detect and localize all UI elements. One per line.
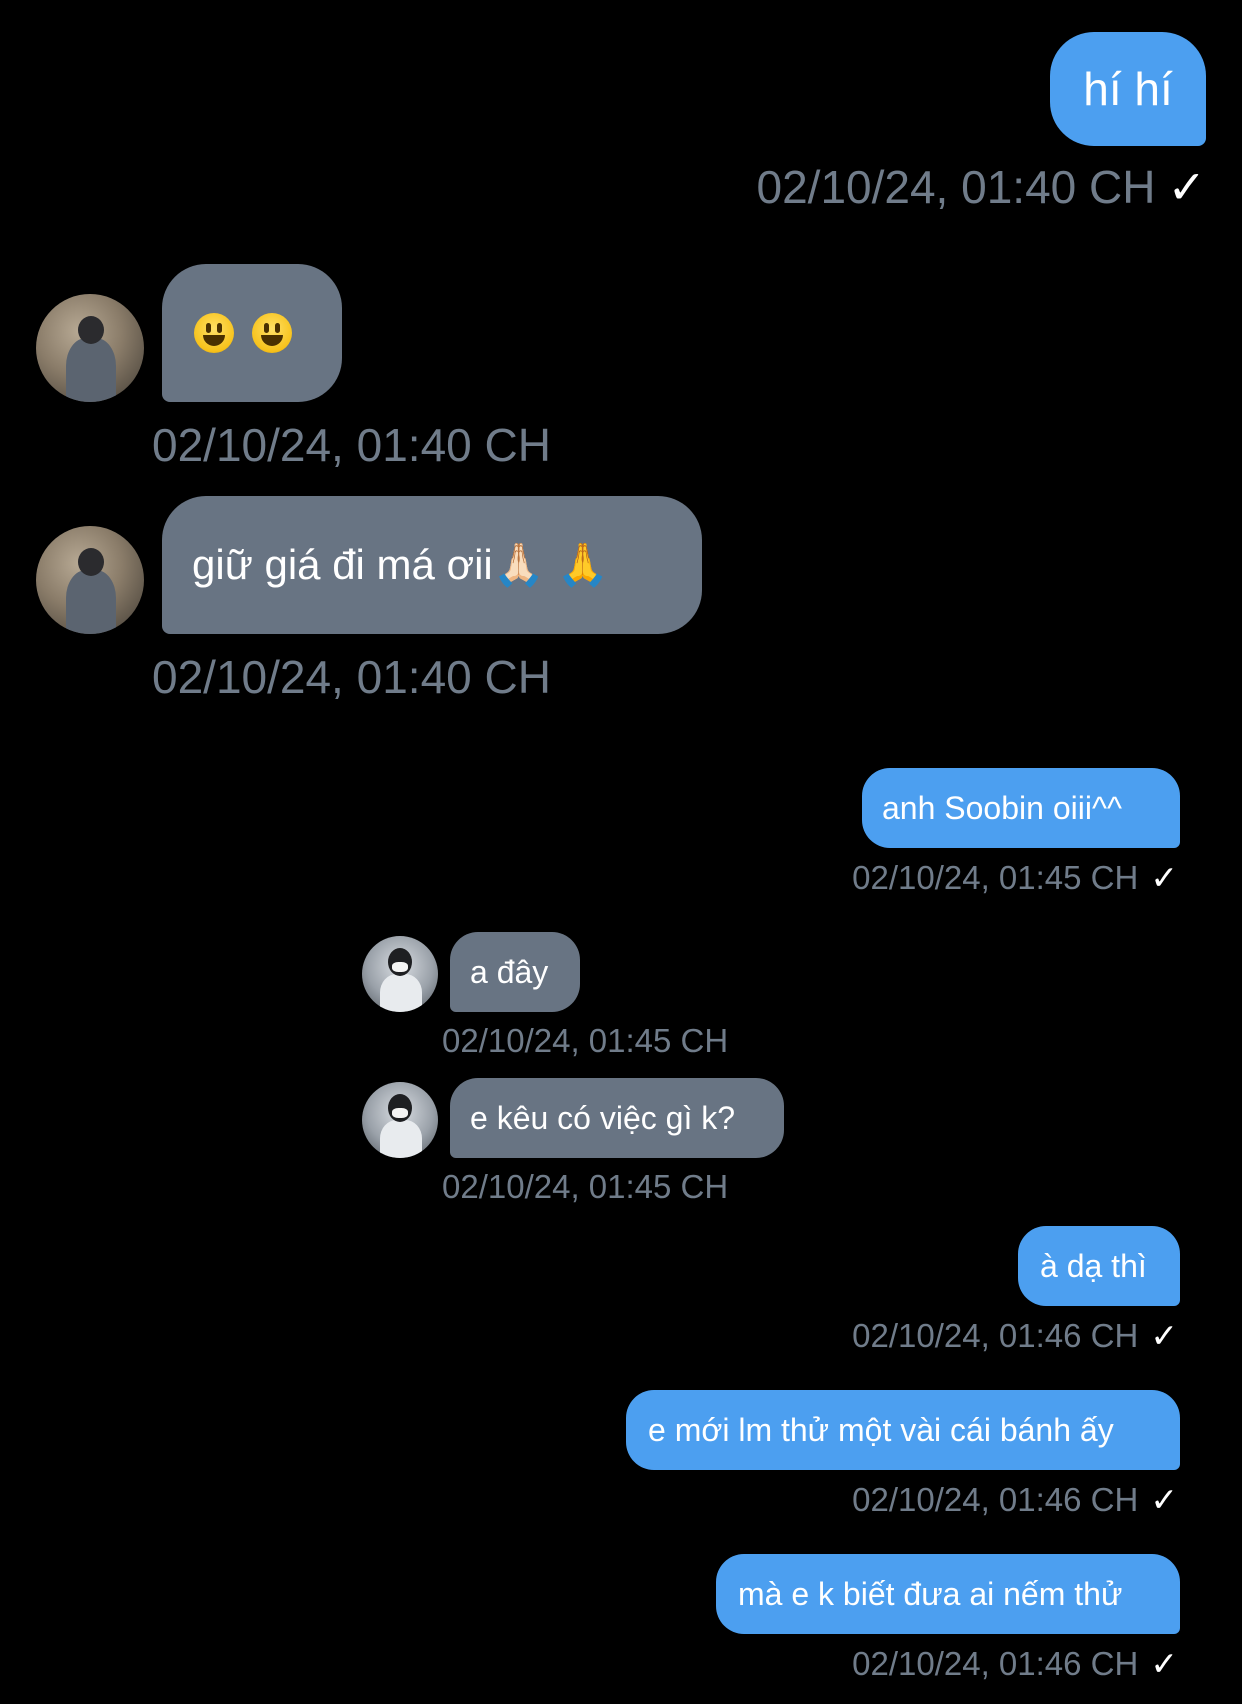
- read-check-icon: ✓: [1150, 1317, 1178, 1354]
- message-bubble-sent[interactable]: mà e k biết đưa ai nếm thử: [716, 1554, 1180, 1634]
- message-timestamp: 02/10/24, 01:45 CH: [442, 1022, 729, 1059]
- user-avatar[interactable]: [36, 294, 144, 402]
- message-bubble-sent[interactable]: hí hí: [1050, 32, 1206, 146]
- message-bubble-received[interactable]: giữ giá đi má ơii🙏🏻 🙏: [162, 496, 702, 634]
- message-timestamp: 02/10/24, 01:40 CH ✓: [756, 161, 1207, 213]
- message-bubble-sent[interactable]: anh Soobin oiii^^: [862, 768, 1180, 848]
- message-bubble-received[interactable]: e kêu có việc gì k?: [450, 1078, 784, 1158]
- message-timestamp: 02/10/24, 01:40 CH: [152, 651, 551, 703]
- message-text: e mới lm thử một vài cái bánh ấy: [648, 1411, 1114, 1448]
- smiley-emoji-icon: [252, 313, 292, 353]
- user-avatar[interactable]: [36, 526, 144, 634]
- message-text: e kêu có việc gì k?: [470, 1099, 736, 1136]
- message-text: anh Soobin oiii^^: [882, 789, 1122, 826]
- message-text: mà e k biết đưa ai nếm thử: [738, 1575, 1123, 1612]
- message-bubble-sent[interactable]: à dạ thì: [1018, 1226, 1180, 1306]
- message-text: a đây: [470, 953, 549, 990]
- message-timestamp: 02/10/24, 01:46 CH ✓: [852, 1645, 1178, 1682]
- message-timestamp: 02/10/24, 01:40 CH: [152, 419, 551, 471]
- message-text: hí hí: [1083, 63, 1173, 115]
- message-timestamp: 02/10/24, 01:45 CH ✓: [852, 859, 1178, 896]
- read-check-icon: ✓: [1150, 1481, 1178, 1518]
- message-text: à dạ thì: [1040, 1247, 1147, 1284]
- user-avatar[interactable]: [362, 1082, 438, 1158]
- message-timestamp: 02/10/24, 01:46 CH ✓: [852, 1481, 1178, 1518]
- read-check-icon: ✓: [1150, 859, 1178, 896]
- read-check-icon: ✓: [1167, 161, 1206, 213]
- message-timestamp: 02/10/24, 01:46 CH ✓: [852, 1317, 1178, 1354]
- smiley-emoji-icon: [194, 313, 234, 353]
- message-timestamp: 02/10/24, 01:45 CH: [442, 1168, 729, 1205]
- message-bubble-received[interactable]: a đây: [450, 932, 580, 1012]
- read-check-icon: ✓: [1150, 1645, 1178, 1682]
- message-bubble-sent[interactable]: e mới lm thử một vài cái bánh ấy: [626, 1390, 1180, 1470]
- user-avatar[interactable]: [362, 936, 438, 1012]
- message-text: giữ giá đi má ơii🙏🏻 🙏: [192, 540, 610, 588]
- message-bubble-received[interactable]: 😃 😃: [162, 264, 342, 402]
